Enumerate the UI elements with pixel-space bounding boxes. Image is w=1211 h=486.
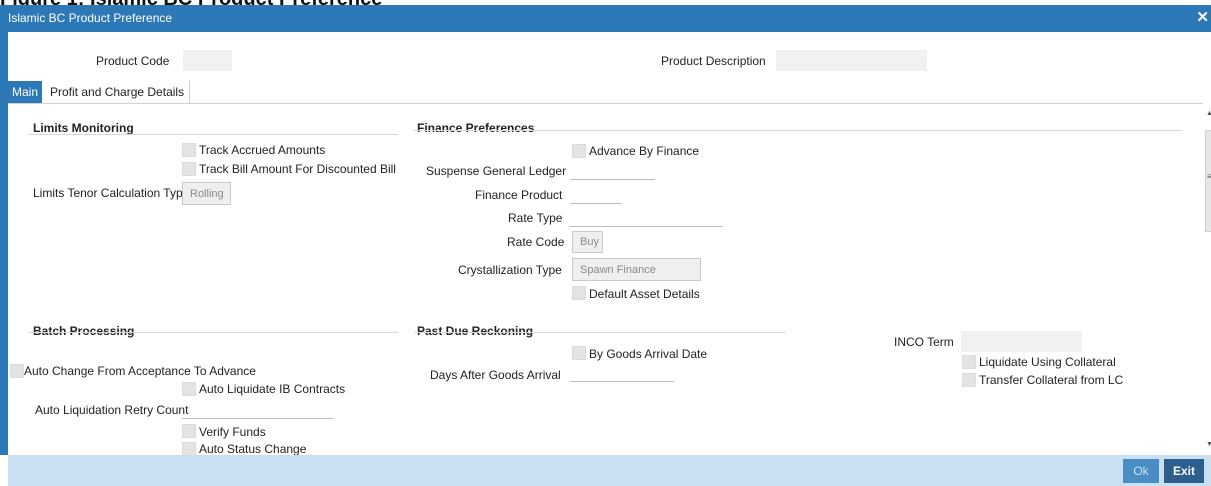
rate-code-select[interactable]: Buy	[572, 231, 603, 253]
product-code-label: Product Code	[96, 54, 170, 68]
track-bill-amount-label: Track Bill Amount For Discounted Bill	[199, 162, 396, 176]
default-asset-details-checkbox[interactable]	[572, 286, 586, 300]
limits-tenor-calculation-select[interactable]: Rolling	[182, 182, 231, 205]
liquidate-using-collateral-checkbox[interactable]	[962, 355, 976, 369]
auto-status-change-checkbox[interactable]	[182, 442, 196, 456]
limits-monitoring-rule	[28, 134, 398, 135]
finance-preferences-rule	[414, 130, 1182, 131]
tab-divider	[8, 103, 1203, 104]
finance-product-label: Finance Product	[475, 188, 563, 202]
advance-by-finance-label: Advance By Finance	[589, 144, 700, 158]
product-code-input[interactable]	[183, 50, 232, 71]
verify-funds-checkbox[interactable]	[182, 424, 196, 438]
days-after-goods-arrival-input[interactable]	[570, 381, 674, 382]
track-bill-amount-checkbox[interactable]	[182, 162, 196, 176]
auto-change-checkbox[interactable]	[10, 364, 24, 378]
window-left-border	[0, 32, 8, 455]
exit-button[interactable]: Exit	[1164, 459, 1204, 483]
by-goods-arrival-checkbox[interactable]	[572, 346, 586, 360]
scroll-down-icon[interactable]: ▼	[1206, 441, 1211, 448]
track-accrued-amounts-checkbox[interactable]	[182, 143, 196, 157]
limits-tenor-calculation-label: Limits Tenor Calculation Type	[33, 186, 190, 200]
liquidate-using-collateral-label: Liquidate Using Collateral	[979, 355, 1116, 369]
window-titlebar: Islamic BC Product Preference ✕	[0, 5, 1211, 32]
by-goods-arrival-label: By Goods Arrival Date	[589, 347, 708, 361]
rate-type-input[interactable]	[570, 226, 723, 227]
past-due-reckoning-heading: Past Due Reckoning	[417, 324, 534, 338]
track-accrued-amounts-label: Track Accrued Amounts	[199, 143, 326, 157]
finance-product-input[interactable]	[570, 203, 622, 204]
close-icon[interactable]: ✕	[1196, 8, 1209, 26]
scroll-grip-icon: ≡	[1207, 172, 1211, 181]
limits-monitoring-heading: Limits Monitoring	[33, 121, 134, 135]
vertical-scrollbar[interactable]	[1205, 130, 1211, 232]
advance-by-finance-checkbox[interactable]	[572, 144, 586, 158]
product-description-label: Product Description	[661, 54, 766, 68]
auto-liquidate-checkbox[interactable]	[182, 382, 196, 396]
suspense-general-ledger-input[interactable]	[570, 179, 655, 180]
suspense-general-ledger-label: Suspense General Ledger	[426, 164, 567, 178]
default-asset-details-label: Default Asset Details	[589, 287, 700, 301]
finance-preferences-heading: Finance Preferences	[417, 121, 535, 135]
retry-count-label: Auto Liquidation Retry Count	[35, 403, 189, 417]
auto-liquidate-label: Auto Liquidate IB Contracts	[199, 382, 346, 396]
retry-count-input[interactable]	[182, 418, 333, 419]
batch-processing-heading: Batch Processing	[33, 324, 135, 338]
auto-change-label: Auto Change From Acceptance To Advance	[24, 364, 256, 378]
rate-type-label: Rate Type	[508, 211, 563, 225]
ok-button[interactable]: Ok	[1123, 459, 1159, 483]
crystallization-type-select[interactable]: Spawn Finance	[572, 258, 701, 281]
rate-code-label: Rate Code	[507, 235, 565, 249]
auto-status-change-label: Auto Status Change	[199, 442, 307, 456]
past-due-reckoning-rule	[414, 332, 786, 333]
transfer-collateral-label: Transfer Collateral from LC	[979, 373, 1124, 387]
tab-profit-and-charge-details[interactable]: Profit and Charge Details	[45, 81, 191, 103]
tab-main[interactable]: Main	[8, 81, 42, 103]
footer-bar	[8, 455, 1211, 486]
inco-term-label: INCO Term	[894, 335, 954, 349]
days-after-goods-arrival-label: Days After Goods Arrival	[430, 368, 561, 382]
window-title: Islamic BC Product Preference	[8, 11, 173, 25]
transfer-collateral-checkbox[interactable]	[962, 373, 976, 387]
batch-processing-rule	[28, 332, 398, 333]
product-description-input[interactable]	[776, 50, 927, 71]
crystallization-type-label: Crystallization Type	[458, 263, 562, 277]
scroll-up-icon[interactable]: ▲	[1206, 110, 1211, 117]
inco-term-input[interactable]	[961, 331, 1082, 352]
verify-funds-label: Verify Funds	[199, 425, 266, 439]
